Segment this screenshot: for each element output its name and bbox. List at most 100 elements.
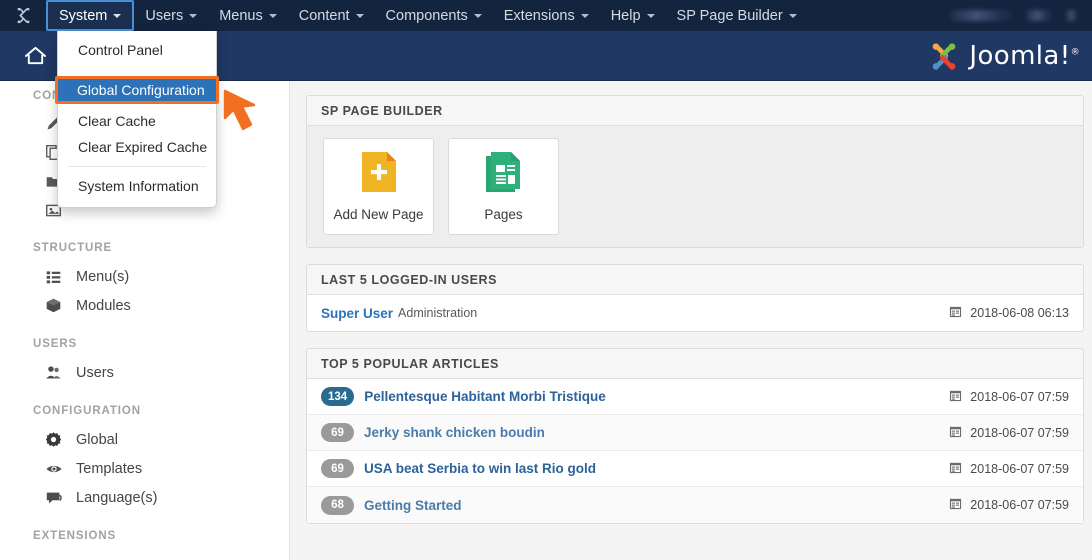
sp-page-builder-panel-title: SP PAGE BUILDER [307, 96, 1083, 126]
sidebar-heading-users: USERS [0, 338, 289, 350]
row-timestamp: 2018-06-07 07:59 [949, 389, 1069, 405]
row-date-text: 2018-06-07 07:59 [970, 462, 1069, 476]
users-icon [44, 363, 63, 382]
menu-item-control-panel[interactable]: Control Panel [58, 37, 216, 63]
nav-item-users[interactable]: Users [134, 0, 208, 31]
joomla-brand-logo[interactable]: Joomla!® [926, 39, 1080, 73]
add-new-page-tile[interactable]: Add New Page [323, 138, 434, 235]
nav-item-help-label: Help [611, 8, 641, 24]
chevron-down-icon [647, 14, 655, 18]
menu-item-clear-cache[interactable]: Clear Cache [58, 108, 216, 134]
table-row[interactable]: 69 Jerky shank chicken boudin 2018-06-07… [307, 415, 1083, 451]
row-date-text: 2018-06-07 07:59 [970, 426, 1069, 440]
hit-count-badge: 68 [321, 496, 354, 515]
pages-tile[interactable]: Pages [448, 138, 559, 235]
nav-item-sp-page-builder[interactable]: SP Page Builder [666, 0, 808, 31]
article-title-link[interactable]: Pellentesque Habitant Morbi Tristique [364, 389, 606, 404]
menu-item-system-information-label: System Information [78, 178, 199, 194]
chevron-down-icon [189, 14, 197, 18]
chevron-down-icon [474, 14, 482, 18]
nav-item-menus-label: Menus [219, 8, 263, 24]
sidebar-item-global[interactable]: Global [0, 425, 289, 454]
sidebar-item-templates[interactable]: Templates [0, 454, 289, 483]
sidebar-heading-configuration: CONFIGURATION [0, 405, 289, 417]
sidebar-item-users-label: Users [76, 365, 114, 381]
menu-separator [68, 166, 206, 167]
sidebar-item-languages-label: Language(s) [76, 490, 157, 506]
menu-item-global-configuration-label: Global Configuration [77, 82, 205, 98]
joomla-wordmark: Joomla!® [969, 41, 1080, 71]
system-dropdown-menu: Control Panel Global Check-in Clear Cach… [57, 31, 217, 208]
chevron-down-icon [113, 14, 121, 18]
row-timestamp: 2018-06-07 07:59 [949, 461, 1069, 477]
calendar-icon [949, 425, 962, 441]
sp-page-builder-tiles: Add New Page [307, 126, 1083, 247]
add-page-icon [360, 151, 398, 198]
sidebar-item-users[interactable]: Users [0, 358, 289, 387]
nav-item-components[interactable]: Components [375, 0, 493, 31]
popular-articles-panel-title: TOP 5 POPULAR ARTICLES [307, 349, 1083, 379]
row-timestamp: 2018-06-07 07:59 [949, 497, 1069, 513]
sidebar-item-global-label: Global [76, 432, 118, 448]
nav-item-system-label: System [59, 8, 107, 24]
sidebar-item-menus-label: Menu(s) [76, 269, 129, 285]
row-date-text: 2018-06-07 07:59 [970, 498, 1069, 512]
article-title-link[interactable]: Jerky shank chicken boudin [364, 425, 545, 440]
hit-count-badge: 69 [321, 423, 354, 442]
nav-item-extensions[interactable]: Extensions [493, 0, 600, 31]
row-timestamp: 2018-06-08 06:13 [949, 305, 1069, 321]
redacted-block-2 [1026, 10, 1052, 21]
menu-item-system-information[interactable]: System Information [58, 173, 216, 199]
calendar-icon [949, 461, 962, 477]
row-date-text: 2018-06-08 06:13 [970, 306, 1069, 320]
chevron-down-icon [269, 14, 277, 18]
sidebar-heading-structure: STRUCTURE [0, 242, 289, 254]
menu-item-global-configuration[interactable]: Global Configuration [58, 79, 216, 101]
table-row[interactable]: Super User Administration 2018-06-08 06:… [307, 295, 1083, 331]
eye-icon [44, 459, 63, 478]
add-new-page-label: Add New Page [333, 207, 423, 222]
pages-icon [484, 151, 524, 198]
joomla-pinwheel-icon [926, 40, 962, 73]
nav-item-help[interactable]: Help [600, 0, 666, 31]
menu-item-clear-cache-label: Clear Cache [78, 113, 156, 129]
sidebar-item-modules-label: Modules [76, 298, 131, 314]
logged-in-users-panel: LAST 5 LOGGED-IN USERS Super User Admini… [306, 264, 1084, 332]
row-timestamp: 2018-06-07 07:59 [949, 425, 1069, 441]
comment-icon [44, 488, 63, 507]
nav-item-content[interactable]: Content [288, 0, 375, 31]
table-row[interactable]: 69 USA beat Serbia to win last Rio gold … [307, 451, 1083, 487]
sidebar-item-languages[interactable]: Language(s) [0, 483, 289, 512]
sidebar-item-menus[interactable]: Menu(s) [0, 262, 289, 291]
table-row[interactable]: 134 Pellentesque Habitant Morbi Tristiqu… [307, 379, 1083, 415]
chevron-down-icon [581, 14, 589, 18]
chevron-down-icon [789, 14, 797, 18]
nav-item-sp-page-builder-label: SP Page Builder [677, 8, 783, 24]
sp-page-builder-panel: SP PAGE BUILDER Add New Page [306, 95, 1084, 248]
nav-item-system[interactable]: System [46, 0, 134, 31]
joomla-mark-icon[interactable] [0, 0, 46, 31]
user-role-label: Administration [398, 306, 477, 320]
list-icon [44, 267, 63, 286]
menu-item-clear-expired-cache-label: Clear Expired Cache [78, 139, 207, 155]
cube-icon [44, 296, 63, 315]
nav-item-users-label: Users [145, 8, 183, 24]
menu-item-clear-expired-cache[interactable]: Clear Expired Cache [58, 134, 216, 160]
sidebar-item-templates-label: Templates [76, 461, 142, 477]
calendar-icon [949, 389, 962, 405]
sidebar-item-modules[interactable]: Modules [0, 291, 289, 320]
hit-count-badge: 134 [321, 387, 354, 406]
chevron-down-icon [356, 14, 364, 18]
calendar-icon [949, 497, 962, 513]
nav-item-components-label: Components [386, 8, 468, 24]
hit-count-badge: 69 [321, 459, 354, 478]
nav-item-menus[interactable]: Menus [208, 0, 288, 31]
redacted-block-1 [950, 10, 1012, 21]
article-title-link[interactable]: USA beat Serbia to win last Rio gold [364, 461, 596, 476]
gear-icon [44, 430, 63, 449]
article-title-link[interactable]: Getting Started [364, 498, 462, 513]
nav-item-extensions-label: Extensions [504, 8, 575, 24]
top-navigation-bar: System Users Menus Content Components Ex… [0, 0, 1092, 31]
table-row[interactable]: 68 Getting Started 2018-06-07 07:59 [307, 487, 1083, 523]
user-name-link[interactable]: Super User [321, 306, 393, 321]
